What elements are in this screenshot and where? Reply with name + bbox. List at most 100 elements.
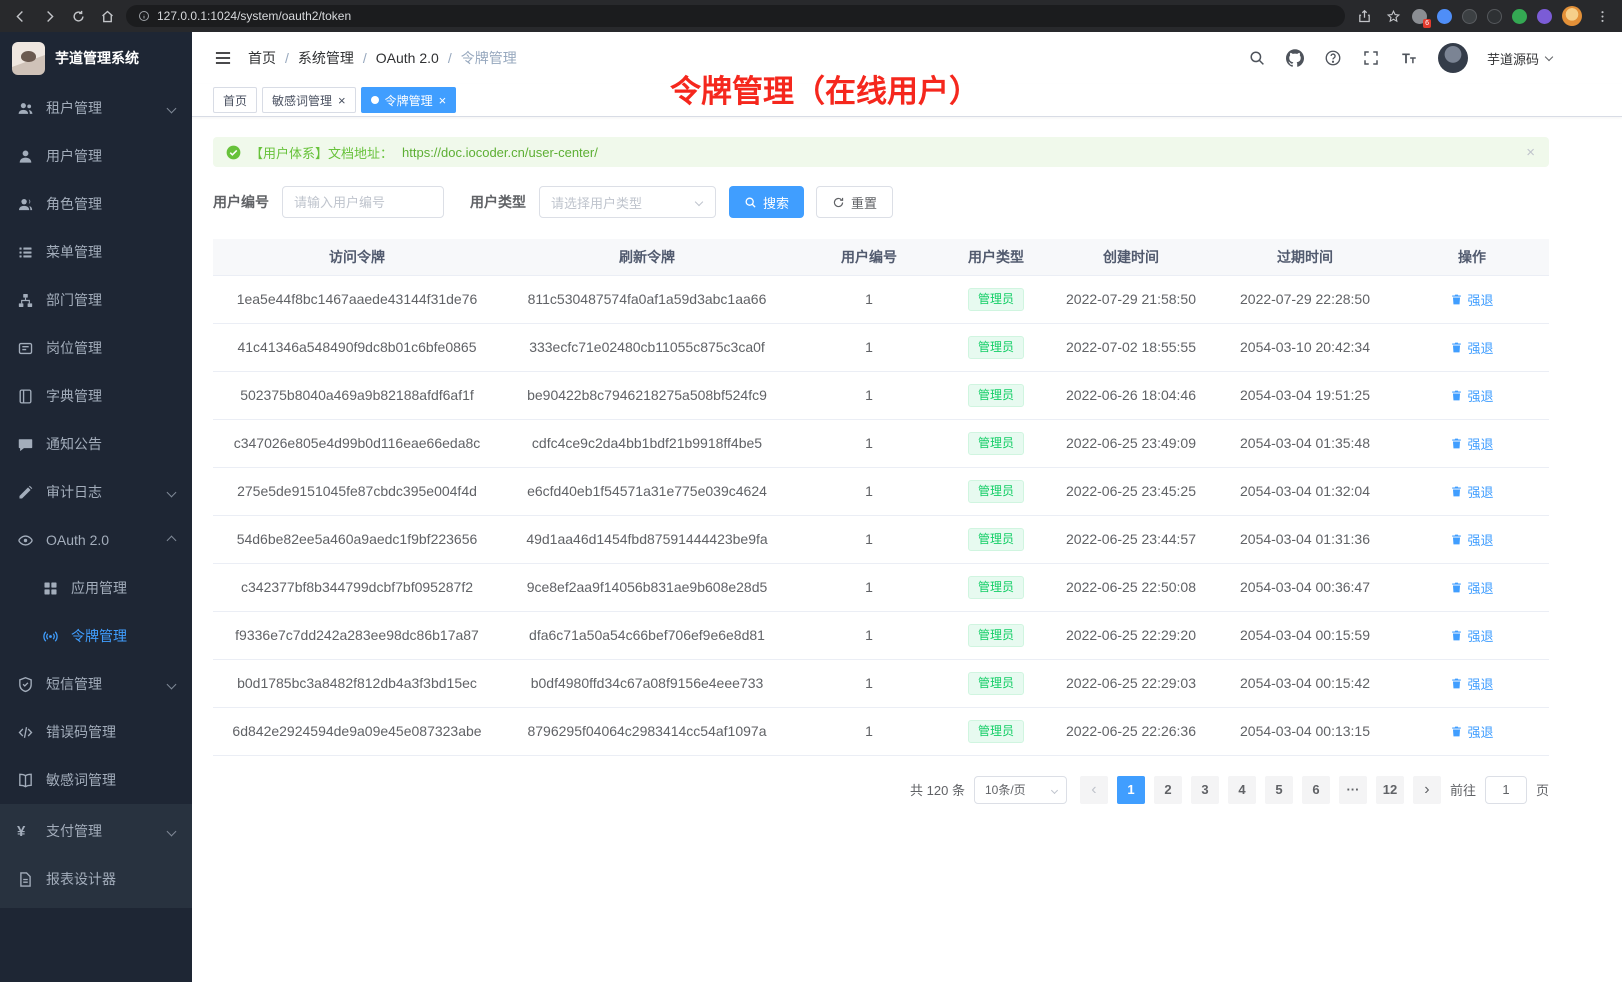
user-menu[interactable]: 芋道源码 [1487,49,1552,68]
delete-icon [1450,677,1463,690]
fullscreen-icon[interactable] [1362,49,1381,68]
page-button[interactable]: 12 [1376,776,1404,804]
extension-icon-badged[interactable]: 6 [1412,9,1427,24]
table-row[interactable]: c347026e805e4d99b0d116eae66eda8c cdfc4ce… [213,419,1549,467]
goto-page-input[interactable] [1485,776,1527,804]
url-bar[interactable]: 127.0.0.1:1024/system/oauth2/token [126,5,1345,27]
tab-home[interactable]: 首页 [213,87,257,113]
force-logout-button[interactable]: 强退 [1450,386,1493,405]
page-button[interactable]: 4 [1228,776,1256,804]
sidebar-item-menu[interactable]: 菜单管理 [0,228,192,276]
sidebar-item-role[interactable]: 角色管理 [0,180,192,228]
force-logout-button[interactable]: 强退 [1450,578,1493,597]
app-title: 芋道管理系统 [55,48,139,68]
tab-token[interactable]: 令牌管理× [361,87,457,113]
app-logo[interactable]: 芋道管理系统 [0,32,192,84]
page-button[interactable]: 6 [1302,776,1330,804]
sidebar-item-sensitive-word[interactable]: 敏感词管理 [0,756,192,804]
help-icon[interactable] [1324,49,1343,68]
sidebar-item-oauth[interactable]: OAuth 2.0 [0,516,192,564]
sidebar-item-notice[interactable]: 通知公告 [0,420,192,468]
search-icon[interactable] [1248,49,1267,68]
share-icon[interactable] [1354,6,1374,26]
table-row[interactable]: 1ea5e44f8bc1467aaede43144f31de76 811c530… [213,275,1549,323]
page-button[interactable]: 1 [1117,776,1145,804]
sidebar-item-audit-log[interactable]: 审计日志 [0,468,192,516]
table-row[interactable]: 6d842e2924594de9a09e45e087323abe 8796295… [213,707,1549,755]
force-logout-button[interactable]: 强退 [1450,290,1493,309]
sidebar-item-tenant[interactable]: 租户管理 [0,84,192,132]
browser-menu-icon[interactable] [1592,6,1612,26]
sidebar-filler [0,908,192,982]
cell-user-id: 1 [793,707,945,755]
force-logout-button[interactable]: 强退 [1450,338,1493,357]
close-icon[interactable]: × [338,94,346,107]
page-button[interactable]: 5 [1265,776,1293,804]
force-logout-button[interactable]: 强退 [1450,626,1493,645]
sidebar-item-pay[interactable]: ¥ 支付管理 [0,807,192,855]
breadcrumb-home[interactable]: 首页 [248,48,276,68]
home-button[interactable] [97,6,117,26]
bookmark-star-icon[interactable] [1383,6,1403,26]
refresh-button[interactable] [68,6,88,26]
close-icon[interactable]: × [439,94,447,107]
cell-refresh-token: cdfc4ce9c2da4bb1bdf21b9918ff4be5 [501,419,793,467]
forward-button[interactable] [39,6,59,26]
extension-icon-dark-1[interactable] [1462,9,1477,24]
force-logout-button[interactable]: 强退 [1450,482,1493,501]
table-row[interactable]: 502375b8040a469a9b82188afdf6af1f be90422… [213,371,1549,419]
user-type-select[interactable]: 请选择用户类型 [539,186,716,218]
table-row[interactable]: 275e5de9151045fe87cbdc395e004f4d e6cfd40… [213,467,1549,515]
sidebar-item-post[interactable]: 岗位管理 [0,324,192,372]
doc-link[interactable]: https://doc.iocoder.cn/user-center/ [402,145,598,160]
extension-icon-puzzle[interactable] [1537,9,1552,24]
extension-icon-blue[interactable] [1437,9,1452,24]
doc-alert: 【用户体系】文档地址： https://doc.iocoder.cn/user-… [213,137,1549,167]
cell-actions: 强退 [1395,707,1549,755]
force-logout-button[interactable]: 强退 [1450,674,1493,693]
breadcrumb-system[interactable]: 系统管理 [298,48,354,68]
cell-access-token: 502375b8040a469a9b82188afdf6af1f [213,371,501,419]
sidebar-item-report-designer[interactable]: 报表设计器 [0,855,192,903]
sidebar-toggle-icon[interactable] [213,48,233,68]
force-logout-button[interactable]: 强退 [1450,434,1493,453]
sidebar-item-sms[interactable]: 短信管理 [0,660,192,708]
reset-button[interactable]: 重置 [816,186,893,218]
search-button[interactable]: 搜索 [729,186,804,218]
github-icon[interactable] [1286,49,1305,68]
cell-access-token: 41c41346a548490f9dc8b01c6bfe0865 [213,323,501,371]
sidebar-item-oauth-app[interactable]: 应用管理 [0,564,192,612]
user-id-input[interactable] [282,186,444,218]
user-avatar[interactable] [1438,43,1468,73]
page-button[interactable]: 2 [1154,776,1182,804]
font-size-icon[interactable] [1400,49,1419,68]
site-info-icon[interactable] [138,10,150,22]
sidebar-item-dept[interactable]: 部门管理 [0,276,192,324]
sidebar-item-dict[interactable]: 字典管理 [0,372,192,420]
table-row[interactable]: 41c41346a548490f9dc8b01c6bfe0865 333ecfc… [213,323,1549,371]
back-button[interactable] [10,6,30,26]
sidebar-item-error-code[interactable]: 错误码管理 [0,708,192,756]
force-logout-button[interactable]: 强退 [1450,722,1493,741]
page-button[interactable]: 3 [1191,776,1219,804]
table-row[interactable]: b0d1785bc3a8482f812db4a3f3bd15ec b0df498… [213,659,1549,707]
extension-icon-dark-2[interactable] [1487,9,1502,24]
extension-icon-green[interactable] [1512,9,1527,24]
breadcrumb-oauth[interactable]: OAuth 2.0 [376,50,439,66]
alert-close-icon[interactable]: × [1526,144,1535,161]
next-page-button[interactable]: › [1413,776,1441,804]
header-actions: 芋道源码 [1248,43,1552,73]
page-button[interactable]: ··· [1339,776,1367,804]
cell-create-time: 2022-06-25 23:49:09 [1047,419,1215,467]
force-logout-button[interactable]: 强退 [1450,530,1493,549]
browser-profile-avatar[interactable] [1562,6,1582,26]
sidebar-item-user[interactable]: 用户管理 [0,132,192,180]
table-row[interactable]: f9336e7c7dd242a283ee98dc86b17a87 dfa6c71… [213,611,1549,659]
user-type-badge: 管理员 [968,480,1024,503]
page-size-select[interactable]: 10条/页 [974,776,1067,804]
tab-sensitive-word[interactable]: 敏感词管理× [262,87,356,113]
prev-page-button[interactable]: ‹ [1080,776,1108,804]
table-row[interactable]: 54d6be82ee5a460a9aedc1f9bf223656 49d1aa4… [213,515,1549,563]
sidebar-item-oauth-token[interactable]: 令牌管理 [0,612,192,660]
table-row[interactable]: c342377bf8b344799dcbf7bf095287f2 9ce8ef2… [213,563,1549,611]
